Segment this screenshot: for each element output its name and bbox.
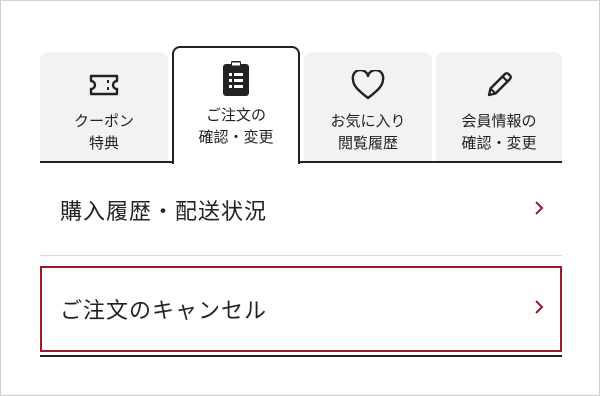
chevron-right-icon: [532, 298, 546, 320]
tab-member-info[interactable]: 会員情報の 確認・変更: [436, 52, 562, 161]
menu-item-purchase-history-label: 購入履歴・配送状況: [60, 199, 268, 225]
heart-icon: [348, 66, 388, 104]
tab-coupon-label: クーポン 特典: [73, 112, 134, 152]
tab-favorites[interactable]: お気に入り 閲覧履歴: [304, 52, 432, 161]
tab-order-confirm[interactable]: ご注文の 確認・変更: [172, 46, 300, 164]
menu-item-cancel-order-label: ご注文のキャンセル: [60, 299, 268, 324]
tabbar-divider: [40, 161, 562, 163]
chevron-right-icon: [532, 199, 546, 221]
tab-favorites-label: お気に入り 閲覧履歴: [330, 112, 406, 152]
clipboard-list-icon: [216, 60, 256, 98]
tab-order-confirm-label: ご注文の 確認・変更: [198, 106, 274, 146]
tab-coupon[interactable]: クーポン 特典: [40, 52, 168, 161]
pencil-icon: [479, 66, 519, 104]
bottom-divider: [40, 355, 562, 357]
tab-member-info-label: 会員情報の 確認・変更: [461, 112, 537, 152]
menu-item-cancel-order[interactable]: ご注文のキャンセル: [40, 266, 562, 352]
order-tabbar: クーポン 特典 ご注文の 確認・変更 お気に入り 閲覧履歴 会員情報の 確認・変…: [40, 46, 562, 164]
ticket-icon: [84, 66, 124, 104]
menu-item-purchase-history[interactable]: 購入履歴・配送状況: [40, 164, 562, 256]
